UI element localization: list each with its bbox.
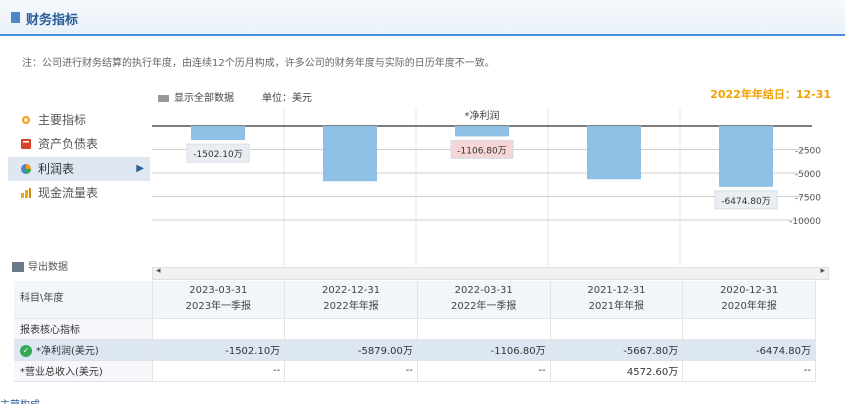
- chart-icon: [21, 188, 31, 198]
- pie-icon: [21, 164, 31, 174]
- column-header: 2022-03-31 2022年一季报: [417, 281, 551, 319]
- sidebar-item-balance-sheet[interactable]: 资产负债表: [8, 132, 150, 156]
- table-cell: -6474.80万: [682, 339, 816, 361]
- column-header: 2020-12-31 2020年年报: [682, 281, 816, 319]
- table-row-net-profit[interactable]: ✓ *净利润(美元) -1502.10万 -5879.00万 -1106.80万 …: [14, 339, 816, 361]
- unit-label: 单位：美元: [262, 93, 312, 104]
- active-arrow-icon: ▶: [136, 163, 144, 174]
- column-date: 2022-12-31: [321, 285, 381, 297]
- table-cell: -1502.10万: [152, 339, 286, 361]
- net-profit-chart: -2500 -5000 -7500 -10000 *净利润 -1502.10万 -1106.…: [152, 108, 821, 266]
- table-row-total-revenue[interactable]: *营业总收入(美元) -- -- -- 4572.60万 --: [14, 360, 816, 382]
- column-period: 2022年一季报: [450, 301, 517, 313]
- scroll-right-icon[interactable]: ▸: [820, 266, 825, 276]
- panel-header: 财务指标: [0, 0, 845, 36]
- column-period: 2021年年报: [588, 301, 645, 313]
- column-header: 2023-03-31 2023年一季报: [152, 281, 286, 319]
- export-icon: [12, 262, 24, 272]
- y-tick-label: -10000: [789, 217, 821, 227]
- y-tick-label: -7500: [795, 194, 821, 204]
- show-all-button[interactable]: 显示全部数据: [158, 89, 234, 104]
- table-header-row: 科目\年度 2023-03-31 2023年一季报 2022-12-31 2022年…: [14, 281, 816, 319]
- panel-title: 财务指标: [26, 13, 79, 28]
- header-label: 科目\年度: [14, 281, 153, 319]
- book-icon: [21, 139, 31, 149]
- table-cell: [550, 318, 684, 340]
- check-icon[interactable]: ✓: [20, 345, 32, 357]
- column-period: 2023年一季报: [185, 301, 252, 313]
- column-header: 2022-12-31 2022年年报: [284, 281, 418, 319]
- sidebar-item-main-indicators[interactable]: 主要指标: [8, 108, 150, 132]
- table-cell: [152, 318, 286, 340]
- panel-icon: [11, 12, 20, 23]
- financial-table: 科目\年度 2023-03-31 2023年一季报 2022-12-31 2022年…: [14, 281, 816, 382]
- y-tick-label: -5000: [795, 170, 821, 180]
- chart-title: *净利润: [465, 109, 500, 122]
- column-period: 2022年年报: [323, 301, 379, 313]
- sidebar-item-label: 主要指标: [38, 113, 87, 127]
- bar-net-profit: [719, 126, 773, 187]
- table-section-row: 报表核心指标: [14, 318, 816, 340]
- sidebar-item-label: 现金流量表: [38, 186, 99, 200]
- export-data-button[interactable]: 导出数据: [12, 258, 68, 273]
- table-cell: --: [152, 360, 286, 382]
- table-cell: [417, 318, 551, 340]
- table-cell: 4572.60万: [550, 360, 684, 382]
- column-date: 2022-03-31: [454, 285, 513, 297]
- fiscal-year-end: 2022年年结日：12-31: [710, 88, 831, 101]
- column-date: 2021-12-31: [587, 285, 646, 297]
- sidebar-item-income-statement[interactable]: 利润表 ▶: [8, 157, 150, 181]
- show-all-label: 显示全部数据: [174, 93, 234, 104]
- table-cell: -5879.00万: [284, 339, 418, 361]
- toggle-icon: [158, 94, 169, 102]
- table-cell: --: [417, 360, 551, 382]
- scroll-left-icon[interactable]: ◂: [156, 266, 161, 276]
- bar-net-profit: [191, 126, 245, 141]
- sidebar-item-cash-flow[interactable]: 现金流量表: [8, 181, 150, 205]
- data-label: -1106.80万: [457, 146, 506, 156]
- sidebar-item-label: 利润表: [38, 162, 75, 176]
- main-composition-link[interactable]: 主营构成: [0, 396, 40, 404]
- horizontal-scrollbar[interactable]: ◂ ▸: [152, 266, 829, 280]
- table-cell: [284, 318, 418, 340]
- sidebar-item-label: 资产负债表: [38, 137, 99, 151]
- bar-net-profit: [323, 126, 377, 182]
- bar-net-profit: [587, 126, 641, 180]
- table-cell: -1106.80万: [417, 339, 551, 361]
- table-cell: -5667.80万: [550, 339, 684, 361]
- section-label: 报表核心指标: [14, 318, 153, 340]
- sun-icon: [22, 116, 30, 124]
- table-cell: --: [682, 360, 816, 382]
- data-label: -6474.80万: [721, 197, 770, 207]
- column-date: 2020-12-31: [720, 285, 779, 297]
- y-tick-label: -2500: [795, 147, 821, 157]
- fiscal-note: 注：公司进行财务结算的执行年度，由连续12个历月构成，许多公司的财务年度与实际的…: [22, 58, 495, 69]
- data-label: -1502.10万: [193, 150, 242, 160]
- row-label[interactable]: ✓ *净利润(美元): [14, 339, 153, 361]
- table-cell: --: [284, 360, 418, 382]
- export-label: 导出数据: [28, 262, 68, 273]
- column-header: 2021-12-31 2021年年报: [550, 281, 684, 319]
- column-period: 2020年年报: [721, 301, 777, 313]
- row-label-text: *净利润(美元): [36, 346, 99, 357]
- table-cell: [682, 318, 816, 340]
- column-date: 2023-03-31: [189, 285, 248, 297]
- bar-net-profit: [455, 126, 509, 137]
- row-label[interactable]: *营业总收入(美元): [14, 360, 153, 382]
